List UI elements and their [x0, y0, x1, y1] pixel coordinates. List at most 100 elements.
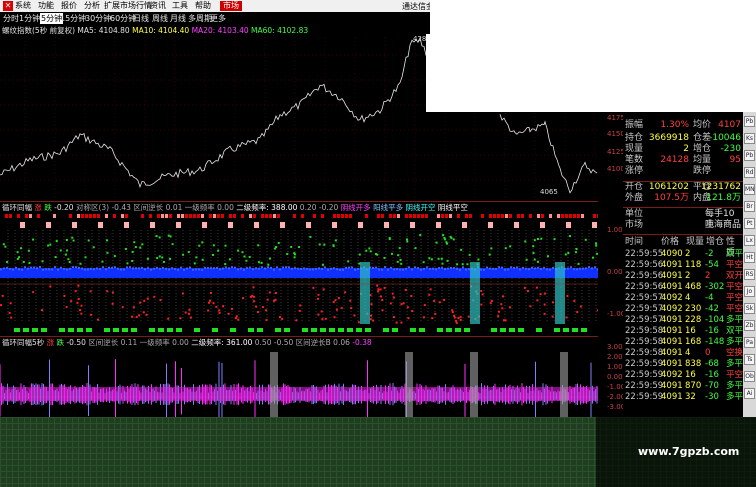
green-dot: [400, 262, 403, 265]
blue-dot: [504, 268, 506, 271]
period-more[interactable]: 更多: [210, 13, 226, 24]
green-dot: [321, 263, 324, 266]
red-dot: [138, 314, 141, 317]
tool-icon-ob[interactable]: Ob: [744, 371, 755, 382]
green-dot: [533, 258, 536, 261]
red-dot: [181, 292, 184, 295]
red-dot: [508, 306, 511, 309]
signal-marker-top: [161, 214, 164, 218]
tool-icon-jo[interactable]: Jo: [744, 286, 755, 297]
period-week[interactable]: 周线: [152, 13, 168, 24]
tool-icon-rd[interactable]: Rd: [744, 167, 755, 178]
blue-dot: [264, 267, 266, 270]
signal-marker-top: [425, 214, 428, 218]
blue-dot: [513, 266, 515, 269]
signal-marker-top: [69, 214, 72, 218]
tick-row[interactable]: 22:59:55 4090 2 -2 双平: [623, 249, 743, 260]
green-dot: [390, 252, 393, 255]
period-multi[interactable]: 多周期: [188, 13, 212, 24]
blue-dot: [27, 267, 29, 270]
blue-dot: [573, 268, 575, 271]
signal-marker-top: [409, 214, 412, 218]
signal-marker-bottom: [329, 328, 335, 332]
tool-icon-pa[interactable]: Pa: [744, 337, 755, 348]
menu-item-tools[interactable]: 工具: [172, 1, 188, 11]
menu-item-function[interactable]: 功能: [38, 1, 54, 11]
menu-item-analysis[interactable]: 分析: [84, 1, 100, 11]
green-dot: [591, 256, 594, 259]
tick-row[interactable]: 22:59:59 4091 838 -68 多平: [623, 359, 743, 370]
tick-row[interactable]: 22:59:57 4092 4 -4 平空: [623, 293, 743, 304]
period-intraday[interactable]: 分时: [3, 13, 19, 24]
red-dot: [77, 284, 80, 287]
period-toolbar: 分时 1分钟 5分钟 15分钟 30分钟 60分钟 日线 周线 月线 多周期 更…: [0, 12, 430, 25]
tick-row[interactable]: 22:59:56 4091 468 -302 平空: [623, 282, 743, 293]
tool-icon-ts[interactable]: Ts: [744, 354, 755, 365]
tool-icon-zb[interactable]: Zb: [744, 320, 755, 331]
blue-dot: [144, 268, 146, 271]
tool-icon-sk[interactable]: Sk: [744, 303, 755, 314]
signal-marker-pink: [384, 222, 389, 228]
close-icon[interactable]: ✕: [3, 1, 13, 11]
signal-marker-pink: [332, 222, 337, 228]
tool-icon-pb[interactable]: Pb: [744, 150, 755, 161]
signal-marker-bottom: [41, 328, 47, 332]
tick-row[interactable]: 22:59:57 4091 228 -104 多平: [623, 315, 743, 326]
red-dot: [453, 314, 456, 317]
red-dot: [215, 305, 218, 308]
red-dot: [481, 293, 484, 296]
tool-icon-mn[interactable]: MN: [744, 184, 755, 195]
tick-cell: -4: [705, 293, 714, 303]
green-dot: [334, 239, 337, 242]
green-dot: [452, 238, 455, 241]
quote-separator-1: [623, 181, 743, 182]
blue-dot: [261, 266, 263, 269]
tool-icon-rsi[interactable]: RS: [744, 269, 755, 280]
indicator1-panel[interactable]: 循环同幅 涨 跌 -0.20 对称区(3) -0.43 区间逆长 0.01 一级…: [0, 201, 598, 336]
tick-row[interactable]: 22:59:56 4091 118 -54 平空: [623, 260, 743, 271]
tool-icon-br[interactable]: Br: [744, 201, 755, 212]
tick-row[interactable]: 22:59:59 4091 870 -70 多平: [623, 381, 743, 392]
menu-item-quote[interactable]: 报价: [61, 1, 77, 11]
tick-row[interactable]: 22:59:57 4092 230 -42 平空: [623, 304, 743, 315]
tool-icon-pb[interactable]: Pb: [744, 116, 755, 127]
period-30min[interactable]: 30分钟: [85, 13, 111, 24]
period-1min[interactable]: 1分钟: [19, 13, 40, 24]
tool-icon-ks[interactable]: Ks: [744, 133, 755, 144]
period-15min[interactable]: 15分钟: [60, 13, 86, 24]
tool-icon-pt[interactable]: Pt: [744, 218, 755, 229]
red-dot: [455, 320, 458, 323]
period-day[interactable]: 日线: [133, 13, 149, 24]
tick-row[interactable]: 22:59:58 4091 168 -148 多平: [623, 337, 743, 348]
tool-icon-ht[interactable]: Ht: [744, 252, 755, 263]
blue-dot: [72, 266, 74, 269]
tick-row[interactable]: 22:59:56 4091 2 2 双开: [623, 271, 743, 282]
tick-row[interactable]: 22:59:59 4091 32 -30 多平: [623, 392, 743, 403]
tick-cell: 4091: [661, 271, 683, 281]
signal-marker-pink: [46, 222, 51, 228]
blue-dot: [12, 268, 14, 271]
tick-cell: 4091: [661, 282, 683, 292]
signal-marker-bottom: [437, 328, 443, 332]
signal-marker-bottom: [356, 328, 362, 332]
tick-row[interactable]: 22:59:58 4091 16 -16 双平: [623, 326, 743, 337]
signal-marker-bottom: [419, 328, 425, 332]
signal-marker-top: [345, 214, 348, 218]
tick-row[interactable]: 22:59:58 4091 4 0 空换: [623, 348, 743, 359]
menu-item-market[interactable]: 市场: [220, 1, 242, 11]
menu-item-news[interactable]: 资讯: [150, 1, 166, 11]
blue-dot: [525, 267, 527, 270]
red-dot: [422, 316, 425, 319]
period-month[interactable]: 月线: [170, 13, 186, 24]
menu-item-ext-market[interactable]: 扩展市场行情: [104, 1, 152, 11]
signal-marker-top: [269, 214, 272, 218]
menu-item-help[interactable]: 帮助: [195, 1, 211, 11]
tick-row[interactable]: 22:59:59 4092 16 -16 平空: [623, 370, 743, 381]
tool-icon-lx[interactable]: Lx: [744, 235, 755, 246]
blue-dot: [408, 266, 410, 269]
indicator2-panel[interactable]: 循环同幅5秒 涨 跌 -0.50 区间逆长 0.11 一级频率 0.00 二级频…: [0, 336, 598, 418]
red-dot: [242, 297, 245, 300]
tool-icon-ai[interactable]: Ai: [744, 388, 755, 399]
ind2-axis-1: 3.00: [607, 343, 623, 351]
menu-item-system[interactable]: 系统: [15, 1, 31, 11]
